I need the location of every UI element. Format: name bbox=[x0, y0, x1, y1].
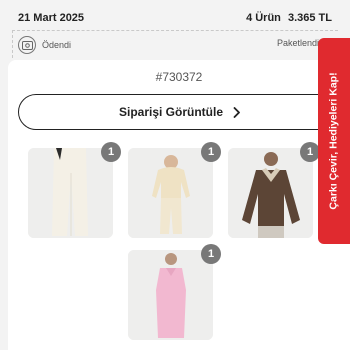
quantity-badge-2: 1 bbox=[201, 142, 221, 162]
tracker-line bbox=[12, 30, 338, 31]
order-total: 3.365 TL bbox=[287, 12, 332, 24]
promo-label: Çarkı Çevir, Hediyeleri Kap! bbox=[328, 72, 340, 210]
order-header: 21 Mart 2025 4 Ürün 3.365 TL Ödendi Pake… bbox=[0, 0, 350, 62]
spin-wheel-promo-tab[interactable]: Çarkı Çevir, Hediyeleri Kap! bbox=[318, 38, 350, 244]
order-summary: 4 Ürün 3.365 TL bbox=[242, 12, 332, 24]
order-card: #730372 Siparişi Görüntüle 1 1 1 1 bbox=[8, 60, 350, 350]
quantity-badge-3: 1 bbox=[300, 142, 320, 162]
product-thumbnail-2[interactable] bbox=[128, 148, 213, 238]
product-thumbnail-4[interactable] bbox=[128, 250, 213, 340]
item-count: 4 Ürün bbox=[246, 12, 281, 24]
product-thumbnail-3[interactable] bbox=[228, 148, 313, 238]
tracker-step-packed-label: Paketlendi bbox=[276, 38, 319, 48]
view-order-label: Siparişi Görüntüle bbox=[118, 105, 223, 119]
payment-icon bbox=[18, 36, 36, 54]
order-number: #730372 bbox=[155, 70, 203, 84]
quantity-badge-4: 1 bbox=[201, 244, 221, 264]
quantity-badge-1: 1 bbox=[101, 142, 121, 162]
tracker-step-paid: Ödendi bbox=[18, 36, 71, 54]
tracker-step-paid-label: Ödendi bbox=[42, 40, 72, 50]
order-date: 21 Mart 2025 bbox=[18, 12, 85, 24]
product-thumbnail-1[interactable] bbox=[28, 148, 113, 238]
tracker-line-cap bbox=[12, 30, 13, 58]
chevron-right-icon bbox=[233, 106, 240, 118]
view-order-button[interactable]: Siparişi Görüntüle bbox=[18, 94, 342, 130]
